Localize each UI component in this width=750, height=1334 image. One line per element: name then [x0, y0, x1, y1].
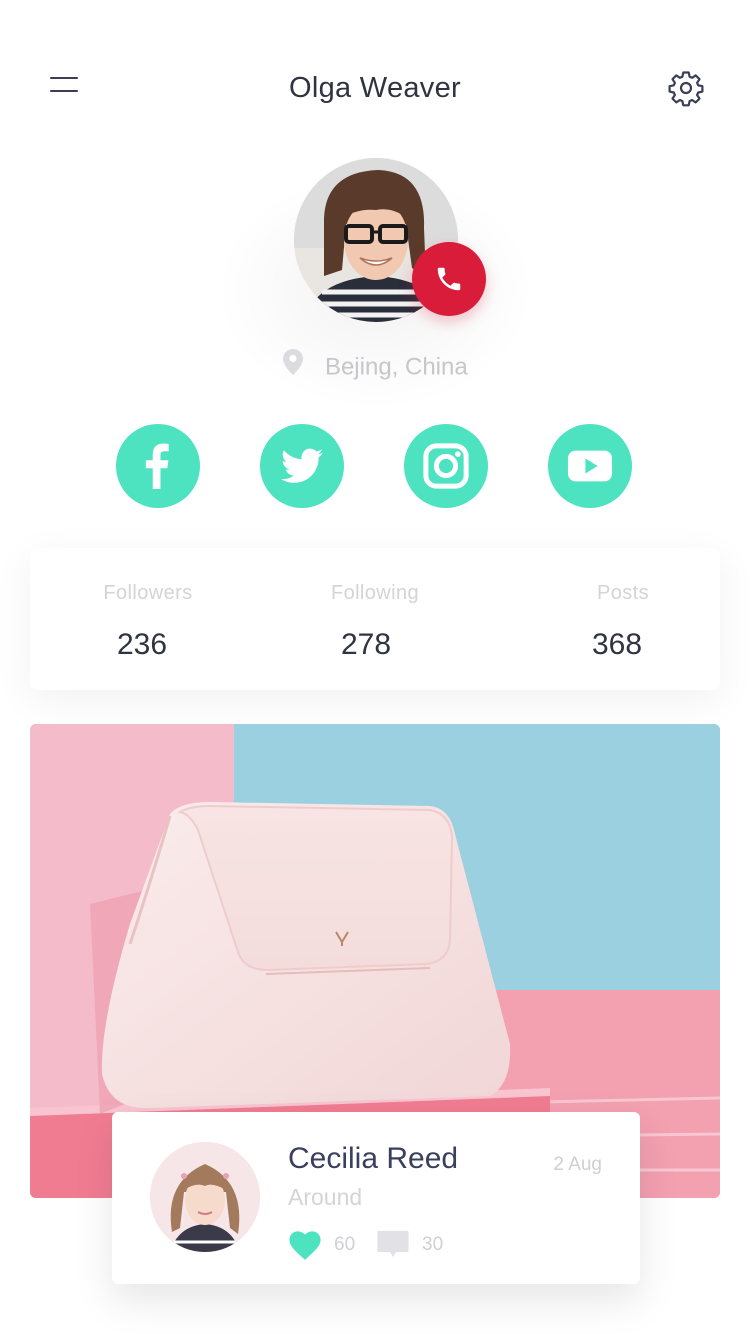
following-label: Following: [330, 582, 420, 604]
social-links: [116, 424, 636, 508]
location-pin-icon: [282, 348, 304, 383]
youtube-icon: [567, 450, 613, 482]
posts-stat[interactable]: Posts 368: [523, 548, 723, 690]
post-date: 2 Aug: [553, 1154, 602, 1175]
followers-stat[interactable]: Followers 236: [48, 548, 248, 690]
location: Bejing, China: [0, 348, 750, 385]
profile-avatar-wrap: [294, 158, 486, 322]
facebook-button[interactable]: [116, 424, 200, 508]
instagram-icon: [423, 443, 469, 489]
comment-button[interactable]: 30: [376, 1228, 443, 1262]
call-button[interactable]: [412, 242, 486, 316]
post-subtitle: Around: [288, 1184, 363, 1210]
followers-value: 236: [116, 628, 168, 661]
followers-label: Followers: [103, 582, 193, 604]
header: Olga Weaver: [0, 0, 750, 180]
facebook-icon: [145, 443, 169, 489]
heart-icon: [289, 1231, 321, 1260]
following-stat[interactable]: Following 278: [275, 548, 475, 690]
instagram-button[interactable]: [404, 424, 488, 508]
stats-card: Followers 236 Following 278 Posts 368: [30, 548, 720, 690]
like-button[interactable]: 60: [288, 1228, 355, 1262]
author-avatar[interactable]: [150, 1142, 260, 1252]
like-count: 60: [334, 1234, 356, 1255]
posts-label: Posts: [596, 582, 650, 604]
author-name[interactable]: Cecilia Reed: [288, 1142, 458, 1176]
post-card[interactable]: Cecilia Reed Around 2 Aug 60 30: [112, 1112, 640, 1284]
twitter-button[interactable]: [260, 424, 344, 508]
phone-icon: [437, 267, 461, 291]
posts-value: 368: [591, 628, 643, 661]
page-title: Olga Weaver: [288, 72, 461, 104]
following-value: 278: [340, 628, 392, 661]
location-text: Bejing, China: [324, 353, 468, 381]
comment-count: 30: [422, 1234, 444, 1255]
youtube-button[interactable]: [548, 424, 632, 508]
gear-icon[interactable]: [666, 68, 706, 108]
comment-icon: [377, 1230, 409, 1258]
twitter-icon: [281, 448, 323, 483]
